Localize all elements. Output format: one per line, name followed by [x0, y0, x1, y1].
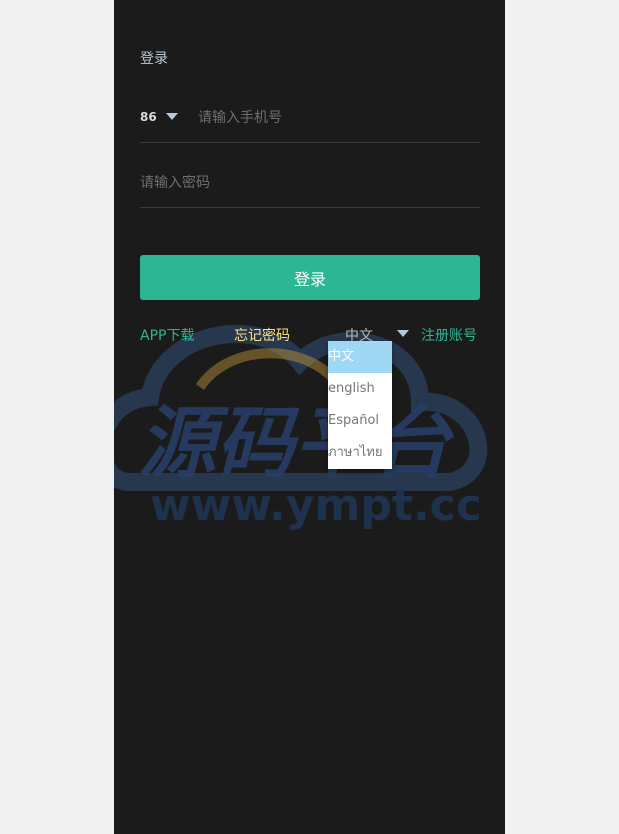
country-code-select[interactable]: 86	[140, 110, 157, 124]
password-row	[140, 165, 480, 208]
chevron-down-icon	[397, 330, 409, 337]
language-dropdown: 中文 english Español ภาษาไทย	[328, 341, 392, 469]
login-button[interactable]: 登录	[140, 255, 480, 300]
watermark-brand: 源码平台	[138, 399, 455, 489]
password-input[interactable]	[140, 171, 460, 195]
forgot-password-link[interactable]: 忘记密码	[234, 325, 290, 345]
language-option-es[interactable]: Español	[328, 405, 392, 437]
language-option-zh[interactable]: 中文	[328, 341, 392, 373]
app-download-link[interactable]: APP下载	[140, 325, 194, 345]
watermark-url: www.ympt.cc	[150, 480, 482, 531]
cloud-icon	[114, 324, 488, 491]
register-link[interactable]: 注册账号	[421, 325, 477, 345]
login-screen: 源码平台 www.ympt.cc 登录 86 登录 APP下载 忘记密码 中文 …	[114, 0, 505, 834]
phone-input[interactable]	[198, 106, 468, 130]
chevron-down-icon[interactable]	[166, 113, 178, 120]
language-option-en[interactable]: english	[328, 373, 392, 405]
language-option-th[interactable]: ภาษาไทย	[328, 437, 392, 469]
arc-icon	[195, 348, 345, 390]
page-title: 登录	[140, 51, 168, 67]
phone-row: 86	[140, 100, 480, 143]
